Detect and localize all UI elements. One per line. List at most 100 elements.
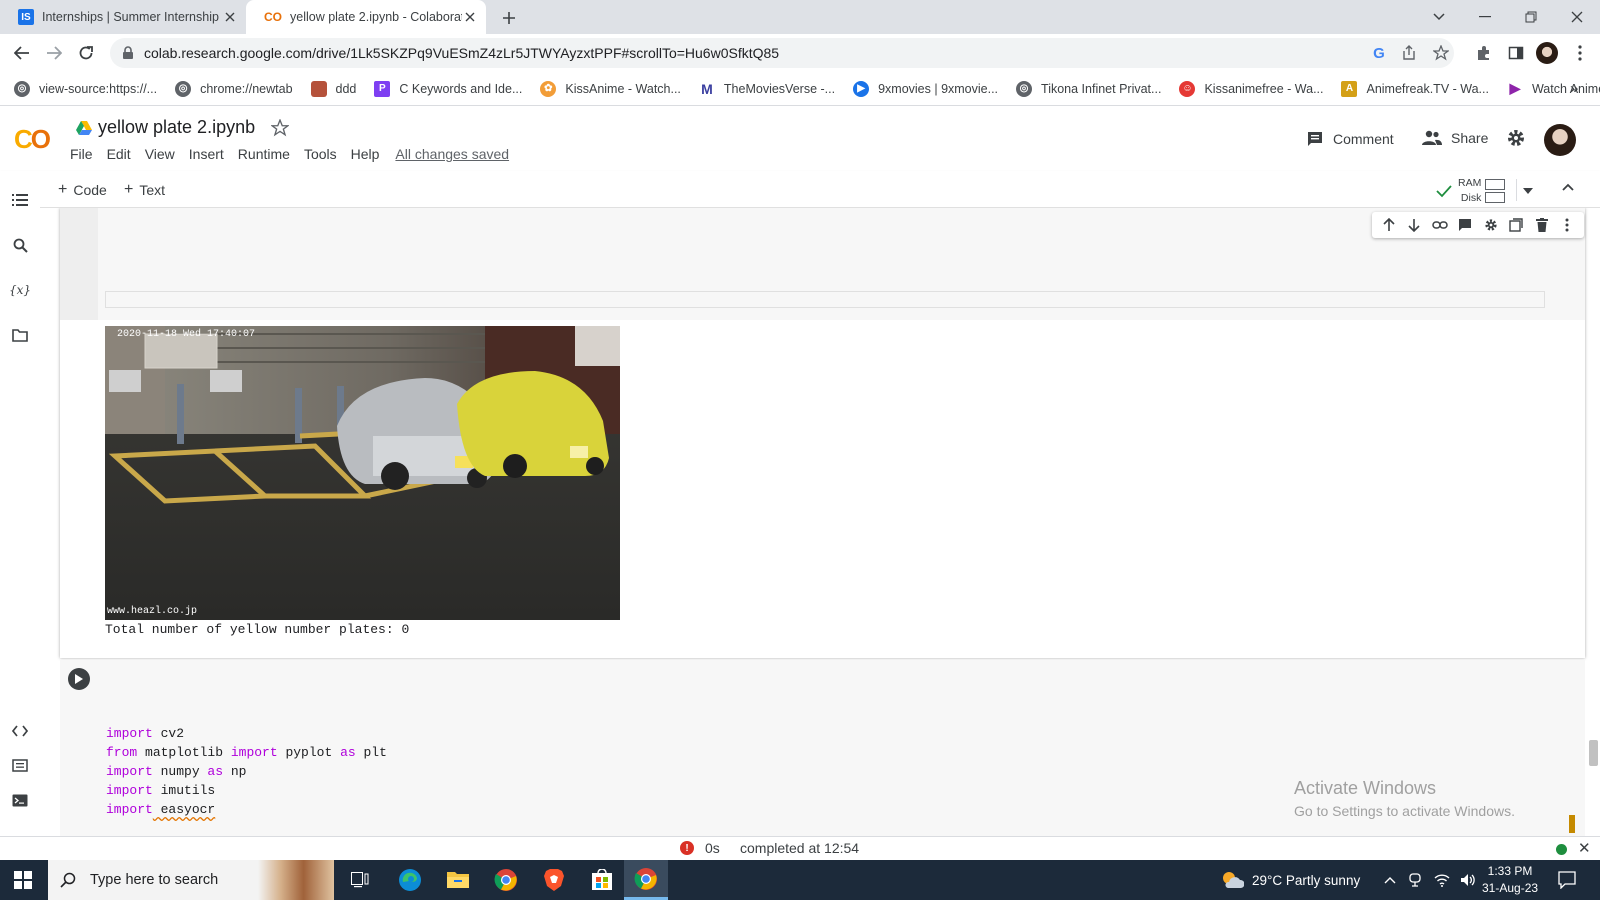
minimize-icon[interactable] [1462, 0, 1508, 34]
extensions-puzzle-icon[interactable] [1474, 43, 1494, 63]
bookmark-item[interactable]: ddd [310, 80, 356, 97]
scrollbar-thumb[interactable] [1589, 740, 1598, 766]
resources-dropdown-icon[interactable] [1523, 188, 1534, 194]
bookmark-item[interactable]: ☺ Kissanimefree - Wa... [1179, 80, 1323, 97]
files-folder-icon[interactable] [10, 325, 30, 345]
menu-tools[interactable]: Tools [304, 146, 337, 162]
add-text-cell-button[interactable]: + Text [124, 181, 165, 199]
close-window-icon[interactable] [1554, 0, 1600, 34]
forward-arrow-icon[interactable] [40, 39, 68, 67]
lock-icon[interactable] [122, 46, 134, 60]
resources-indicator[interactable]: RAM Disk [1436, 176, 1534, 206]
cell-code-area[interactable] [60, 208, 1585, 320]
table-of-contents-icon[interactable] [10, 190, 30, 210]
settings-gear-icon[interactable] [1506, 128, 1526, 148]
bookmark-star-icon[interactable] [1432, 44, 1450, 62]
chrome-active-window-icon[interactable] [624, 860, 668, 900]
add-comment-icon[interactable] [1456, 216, 1474, 234]
link-to-cell-icon[interactable] [1431, 216, 1449, 234]
menu-file[interactable]: File [70, 146, 93, 162]
comment-button[interactable]: Comment [1306, 130, 1394, 148]
show-hidden-icons-chevron-icon[interactable] [1384, 876, 1396, 884]
windows-start-icon[interactable] [14, 871, 32, 889]
resource-labels: RAM Disk [1458, 176, 1481, 206]
wifi-icon[interactable] [1434, 873, 1450, 887]
move-cell-down-icon[interactable] [1405, 216, 1423, 234]
close-tab-icon[interactable] [222, 9, 238, 25]
edge-browser-icon[interactable] [386, 860, 434, 900]
volume-icon[interactable] [1460, 873, 1476, 887]
bookmark-item[interactable]: ▶ 9xmovies | 9xmovie... [853, 80, 998, 97]
side-panel-icon[interactable] [1506, 43, 1526, 63]
back-arrow-icon[interactable] [8, 39, 36, 67]
task-view-icon[interactable] [336, 860, 384, 900]
close-status-icon[interactable]: ✕ [1578, 839, 1591, 857]
search-icon[interactable] [10, 235, 30, 255]
weather-partly-sunny-icon[interactable] [1220, 870, 1244, 890]
code-editor[interactable]: import cv2 from matplotlib import pyplot … [106, 724, 387, 819]
code-snippets-icon[interactable] [10, 721, 30, 741]
share-button[interactable]: Share [1422, 130, 1488, 146]
browser-menu-kebab-icon[interactable] [1570, 43, 1590, 63]
weather-text[interactable]: 29°C Partly sunny [1252, 873, 1360, 888]
menu-view[interactable]: View [145, 146, 175, 162]
account-avatar[interactable] [1544, 124, 1576, 156]
chrome-icon[interactable] [482, 860, 530, 900]
add-code-cell-button[interactable]: + Code [58, 181, 107, 199]
command-palette-icon[interactable] [10, 755, 30, 775]
collapse-header-chevron-icon[interactable] [1562, 183, 1574, 191]
bookmark-item[interactable]: ▶ Watch Anime Onlin... [1506, 80, 1600, 97]
bookmark-item[interactable]: ◎ Tikona Infinet Privat... [1016, 80, 1161, 97]
terminal-icon[interactable] [10, 790, 30, 810]
error-icon[interactable]: ! [680, 841, 694, 855]
restore-icon[interactable] [1508, 0, 1554, 34]
run-cell-play-icon[interactable] [68, 668, 90, 690]
menu-edit[interactable]: Edit [107, 146, 131, 162]
execution-status[interactable]: completed at 12:54 [740, 840, 859, 856]
taskbar-search-box[interactable]: Type here to search [48, 860, 334, 900]
cell-editor-line[interactable] [105, 291, 1545, 308]
profile-avatar[interactable] [1536, 42, 1558, 64]
triangle-icon: ▶ [1506, 80, 1523, 97]
notebook-title[interactable]: yellow plate 2.ipynb [98, 117, 255, 138]
meet-now-camera-icon[interactable] [1408, 872, 1422, 888]
bookmark-item[interactable]: ◎ view-source:https://... [14, 80, 157, 97]
tab-colab[interactable]: CO yellow plate 2.ipynb - Colaboratory [246, 0, 486, 34]
reload-icon[interactable] [72, 39, 100, 67]
more-bookmarks-chevron-icon[interactable]: » [1570, 80, 1578, 97]
move-cell-up-icon[interactable] [1380, 216, 1398, 234]
close-tab-icon[interactable] [462, 9, 478, 25]
ram-label: RAM [1458, 177, 1482, 189]
bookmark-item[interactable]: A Animefreak.TV - Wa... [1341, 80, 1489, 97]
notifications-icon[interactable] [1558, 871, 1576, 889]
cell-settings-gear-icon[interactable] [1482, 216, 1500, 234]
tab-search-chevron-icon[interactable] [1416, 0, 1462, 34]
new-tab-plus-icon[interactable] [498, 7, 520, 29]
brave-browser-icon[interactable] [530, 860, 578, 900]
menu-insert[interactable]: Insert [189, 146, 224, 162]
notebook-title-row: yellow plate 2.ipynb [76, 117, 290, 138]
star-notebook-icon[interactable] [271, 118, 290, 137]
cell-more-kebab-icon[interactable] [1558, 216, 1576, 234]
tab-internships[interactable]: IS Internships | Summer Internship 2 [0, 0, 246, 34]
resource-bars [1485, 177, 1506, 205]
taskbar-clock[interactable]: 1:33 PM 31-Aug-23 [1482, 863, 1538, 897]
code-cell-selected[interactable]: 2020-11-18 Wed 17:40:07 www.heazl.co.jp … [60, 208, 1585, 658]
variables-icon[interactable]: {x} [9, 280, 31, 300]
bookmark-item[interactable]: M TheMoviesVerse -... [698, 80, 835, 97]
menu-help[interactable]: Help [351, 146, 380, 162]
menu-bar: File Edit View Insert Runtime Tools Help… [70, 146, 509, 162]
delete-cell-trash-icon[interactable] [1533, 216, 1551, 234]
bookmark-item[interactable]: P C Keywords and Ide... [374, 80, 522, 97]
google-g-icon[interactable]: G [1370, 44, 1388, 62]
bookmark-item[interactable]: ◎ chrome://newtab [175, 80, 293, 97]
address-bar[interactable]: colab.research.google.com/drive/1Lk5SKZP… [110, 38, 1454, 68]
bookmark-item[interactable]: ✿ KissAnime - Watch... [540, 80, 681, 97]
save-status-link[interactable]: All changes saved [395, 146, 509, 162]
share-page-icon[interactable] [1400, 44, 1418, 62]
microsoft-store-icon[interactable] [578, 860, 626, 900]
mirror-cell-icon[interactable] [1507, 216, 1525, 234]
file-explorer-icon[interactable] [434, 860, 482, 900]
colab-logo-icon[interactable]: CO [14, 124, 51, 155]
menu-runtime[interactable]: Runtime [238, 146, 290, 162]
